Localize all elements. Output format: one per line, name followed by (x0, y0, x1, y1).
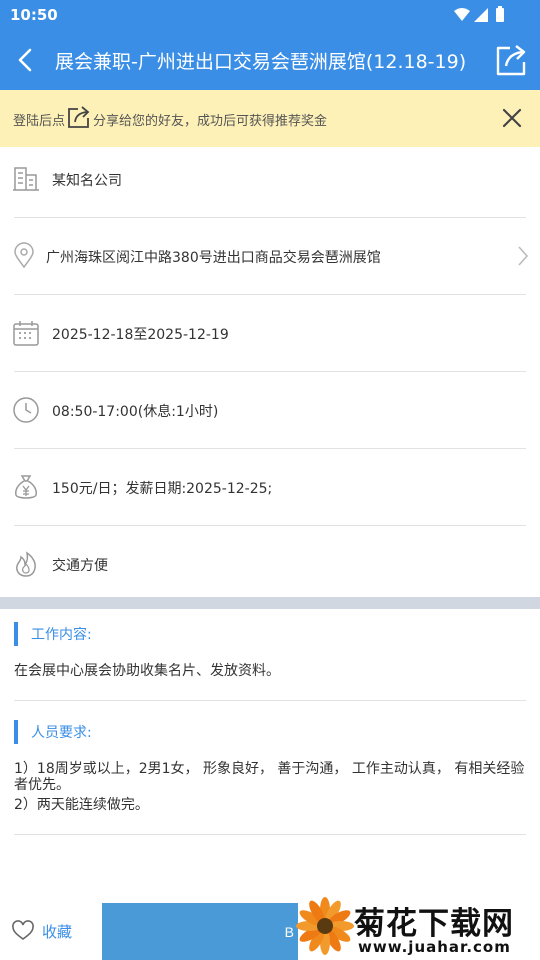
share-icon (68, 106, 90, 128)
heart-icon (12, 920, 34, 940)
apply-button[interactable]: B (102, 903, 298, 960)
job-content-body: 在会展中心展会协助收集名片、发放资料。 (14, 663, 280, 679)
location-pin-icon (14, 242, 34, 269)
close-icon[interactable] (500, 106, 524, 130)
watermark-title: 菊花下载网 (354, 906, 514, 942)
favorite-label: 收藏 (42, 922, 73, 941)
flame-icon (16, 551, 36, 577)
status-bar: 10:50 (0, 0, 540, 30)
flower-logo (296, 897, 354, 955)
job-content-title: 工作内容: (31, 627, 92, 643)
notice-text: 登陆后点 分享给您的好友，成功后可获得推荐奖金 (13, 106, 328, 129)
battery-icon (496, 8, 504, 22)
status-icons (454, 6, 504, 22)
share-reward-notice: 登陆后点 分享给您的好友，成功后可获得推荐奖金 (0, 90, 540, 147)
divider (14, 700, 526, 701)
calendar-icon (13, 321, 39, 346)
address-text: 广州海珠区阅江中路380号进出口商品交易会琶洲展馆 (46, 250, 381, 266)
notice-text-before: 登陆后点 (13, 113, 66, 129)
job-content-heading: 工作内容: (14, 622, 92, 646)
work-dates: 2025-12-18至2025-12-19 (52, 327, 229, 343)
hours-row: 08:50-17:00(休息:1小时) (0, 372, 540, 449)
company-row: 某知名公司 (0, 141, 540, 218)
section-separator (0, 597, 540, 609)
date-row: 2025-12-18至2025-12-19 (0, 295, 540, 372)
app-bar: 展会兼职-广州进出口交易会琶洲展馆(12.18-19) (0, 30, 540, 90)
back-arrow-icon[interactable] (10, 44, 42, 76)
money-bag-icon (15, 475, 37, 499)
welfare-text: 交通方便 (52, 558, 108, 574)
work-hours: 08:50-17:00(休息:1小时) (52, 404, 219, 420)
welfare-row: 交通方便 (0, 526, 540, 603)
chevron-right-icon (518, 246, 529, 266)
status-time: 10:50 (10, 6, 58, 24)
notice-text-after: 分享给您的好友，成功后可获得推荐奖金 (93, 113, 328, 129)
page-title: 展会兼职-广州进出口交易会琶洲展馆(12.18-19) (55, 51, 467, 73)
requirements-heading: 人员要求: (14, 720, 92, 744)
building-icon (13, 167, 39, 191)
salary-row: 150元/日；发薪日期:2025-12-25; (0, 449, 540, 526)
requirements-line-2: 2）两天能连续做完。 (14, 797, 149, 813)
requirements-line-1: 1）18周岁或以上，2男1女， 形象良好， 善于沟通， 工作主动认真， 有相关经… (14, 761, 525, 793)
requirements-title: 人员要求: (31, 725, 92, 741)
clock-icon (13, 397, 39, 423)
watermark: 菊花下载网 www.juahar.com (296, 896, 540, 960)
share-icon[interactable] (494, 42, 528, 78)
salary-text: 150元/日；发薪日期:2025-12-25; (52, 481, 273, 497)
address-row[interactable]: 广州海珠区阅江中路380号进出口商品交易会琶洲展馆 (0, 218, 540, 295)
watermark-url: www.juahar.com (358, 938, 511, 956)
divider (14, 834, 526, 835)
company-name: 某知名公司 (52, 173, 122, 189)
wifi-icon (454, 8, 470, 21)
signal-icon (474, 8, 488, 22)
favorite-button[interactable]: 收藏 (12, 920, 72, 942)
